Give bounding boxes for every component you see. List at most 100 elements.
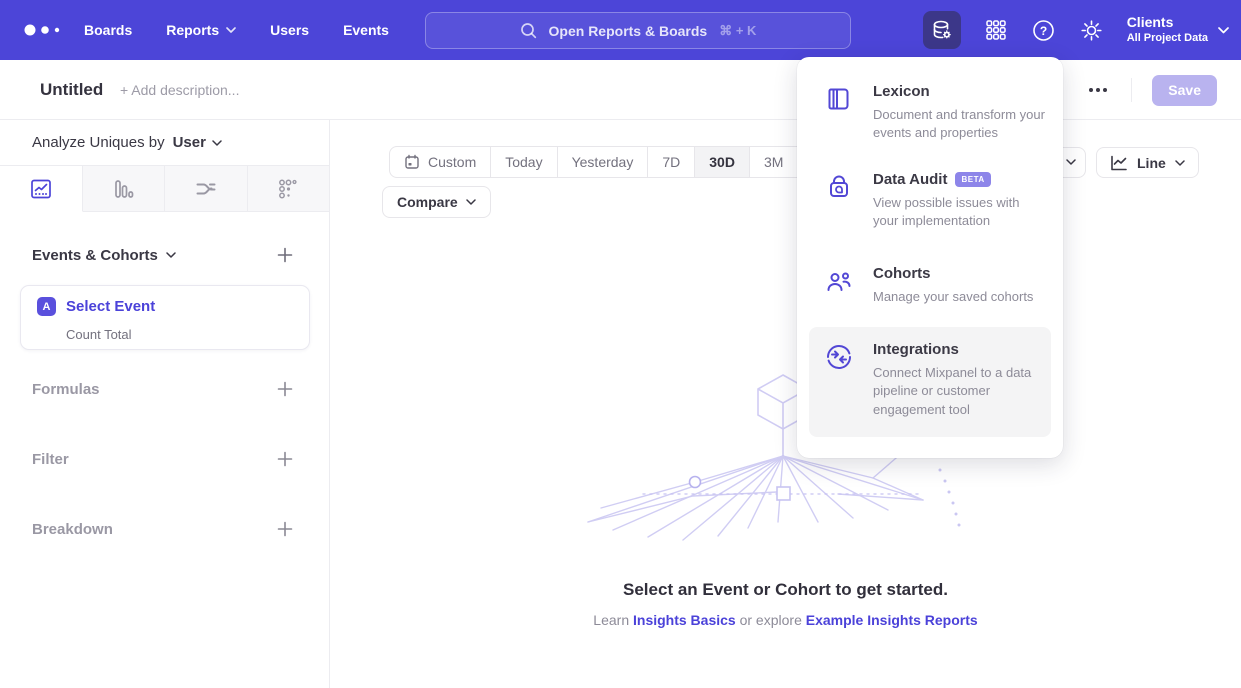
add-event-button[interactable] <box>275 245 295 265</box>
filter-label: Filter <box>32 451 69 468</box>
top-nav: Boards Reports Users Events Open Reports… <box>0 0 1241 60</box>
nav-item-label: Boards <box>84 22 132 38</box>
tab-flows[interactable] <box>165 166 248 212</box>
analyze-entity-value: User <box>173 134 206 151</box>
breakdown-section: Breakdown <box>0 513 329 545</box>
settings-button[interactable] <box>1079 17 1105 43</box>
compare-dropdown[interactable]: Compare <box>382 186 491 218</box>
database-gear-icon <box>930 18 954 42</box>
menu-item-title: Lexicon <box>873 83 930 100</box>
analyze-entity-dropdown[interactable]: User <box>173 134 222 151</box>
nav-item-users[interactable]: Users <box>270 22 309 38</box>
date-range-label: 7D <box>662 154 680 170</box>
add-formula-button[interactable] <box>275 379 295 399</box>
line-chart-tab-icon <box>29 177 53 201</box>
explore-connector: or explore <box>740 612 802 628</box>
data-audit-icon <box>825 173 853 201</box>
grid-icon <box>984 18 1008 42</box>
dot-grid-tab-icon <box>276 177 300 201</box>
tab-retention-grid[interactable] <box>248 166 330 212</box>
chart-type-dropdown[interactable]: Line <box>1096 147 1199 178</box>
tab-insights-line[interactable] <box>0 166 83 212</box>
menu-item-lexicon[interactable]: Lexicon Document and transform your even… <box>809 69 1051 157</box>
learn-prefix: Learn <box>593 612 629 628</box>
event-measurement-label[interactable]: Count Total <box>66 327 132 342</box>
nav-item-label: Users <box>270 22 309 38</box>
nav-menu: Boards Reports Users Events <box>84 22 389 38</box>
empty-state-heading: Select an Event or Cohort to get started… <box>330 580 1241 600</box>
save-button[interactable]: Save <box>1152 75 1217 106</box>
plus-icon <box>277 381 293 397</box>
add-breakdown-button[interactable] <box>275 519 295 539</box>
calendar-icon <box>404 154 420 170</box>
report-title[interactable]: Untitled <box>40 80 103 100</box>
insights-basics-link[interactable]: Insights Basics <box>633 612 736 628</box>
plus-icon <box>277 247 293 263</box>
menu-item-integrations[interactable]: Integrations Connect Mixpanel to a data … <box>809 327 1051 437</box>
visualization-tabs <box>0 166 329 212</box>
chevron-down-icon <box>1175 160 1185 166</box>
flows-tab-icon <box>194 177 218 201</box>
help-icon: ? <box>1031 18 1056 43</box>
events-cohorts-toggle[interactable]: Events & Cohorts <box>32 247 176 264</box>
chevron-down-icon <box>166 252 176 258</box>
nav-item-label: Events <box>343 22 389 38</box>
menu-item-cohorts[interactable]: Cohorts Manage your saved cohorts <box>809 251 1051 327</box>
report-description-placeholder[interactable]: + Add description... <box>120 82 239 98</box>
project-name: Clients <box>1127 14 1208 32</box>
menu-item-description: Connect Mixpanel to a data pipeline or c… <box>873 364 1045 419</box>
filter-section: Filter <box>0 443 329 475</box>
nav-item-reports[interactable]: Reports <box>166 22 236 38</box>
menu-item-data-audit[interactable]: Data Audit BETA View possible issues wit… <box>809 157 1051 251</box>
plus-icon <box>277 521 293 537</box>
date-range-today[interactable]: Today <box>491 147 557 177</box>
date-range-control: Custom Today Yesterday 7D 30D 3M 6M <box>389 146 847 178</box>
chevron-down-icon <box>226 27 236 33</box>
chevron-down-icon <box>466 199 476 205</box>
date-range-label: Custom <box>428 154 476 170</box>
nav-item-boards[interactable]: Boards <box>84 22 132 38</box>
help-button[interactable]: ? <box>1031 17 1057 43</box>
nav-item-label: Reports <box>166 22 219 38</box>
menu-item-title: Cohorts <box>873 265 931 282</box>
search-shortcut: ⌘ + K <box>719 23 756 39</box>
select-event-label[interactable]: Select Event <box>66 298 155 315</box>
date-range-label: Today <box>505 154 542 170</box>
cohorts-people-icon <box>825 267 853 295</box>
nav-right-cluster: ? Clients All Project Data <box>923 0 1229 60</box>
mixpanel-logo-icon[interactable] <box>22 18 68 42</box>
menu-item-description: View possible issues with your implement… <box>873 194 1045 231</box>
nav-item-events[interactable]: Events <box>343 22 389 38</box>
gear-icon <box>1079 18 1104 43</box>
svg-text:?: ? <box>1040 24 1047 38</box>
chevron-down-icon <box>1218 27 1229 34</box>
apps-grid-button[interactable] <box>983 17 1009 43</box>
example-reports-link[interactable]: Example Insights Reports <box>806 612 978 628</box>
global-search-input[interactable]: Open Reports & Boards ⌘ + K <box>425 12 851 49</box>
integrations-sync-icon <box>825 343 853 371</box>
bar-chart-tab-icon <box>111 177 135 201</box>
chevron-down-icon <box>1066 159 1076 165</box>
menu-item-description: Document and transform your events and p… <box>873 106 1045 143</box>
date-range-custom[interactable]: Custom <box>390 147 491 177</box>
event-card[interactable]: A Select Event Count Total <box>20 285 310 350</box>
chart-type-label: Line <box>1137 155 1166 171</box>
events-cohorts-header: Events & Cohorts <box>0 239 329 271</box>
add-filter-button[interactable] <box>275 449 295 469</box>
date-range-3m[interactable]: 3M <box>750 147 798 177</box>
menu-item-title: Integrations <box>873 341 959 358</box>
tab-bar-chart[interactable] <box>83 166 166 212</box>
date-range-30d-selected[interactable]: 30D <box>695 147 750 177</box>
plus-icon <box>277 451 293 467</box>
date-range-7d[interactable]: 7D <box>648 147 695 177</box>
project-scope: All Project Data <box>1127 32 1208 46</box>
data-management-button[interactable] <box>923 11 961 49</box>
menu-item-description: Manage your saved cohorts <box>873 288 1033 306</box>
formulas-section: Formulas <box>0 373 329 405</box>
date-range-label: 3M <box>764 154 783 170</box>
project-selector[interactable]: Clients All Project Data <box>1127 14 1229 45</box>
more-options-button[interactable] <box>1085 84 1111 96</box>
date-range-yesterday[interactable]: Yesterday <box>558 147 649 177</box>
analyze-uniques-row: Analyze Uniques by User <box>0 120 329 166</box>
empty-state-links: Learn Insights Basics or explore Example… <box>330 612 1241 628</box>
